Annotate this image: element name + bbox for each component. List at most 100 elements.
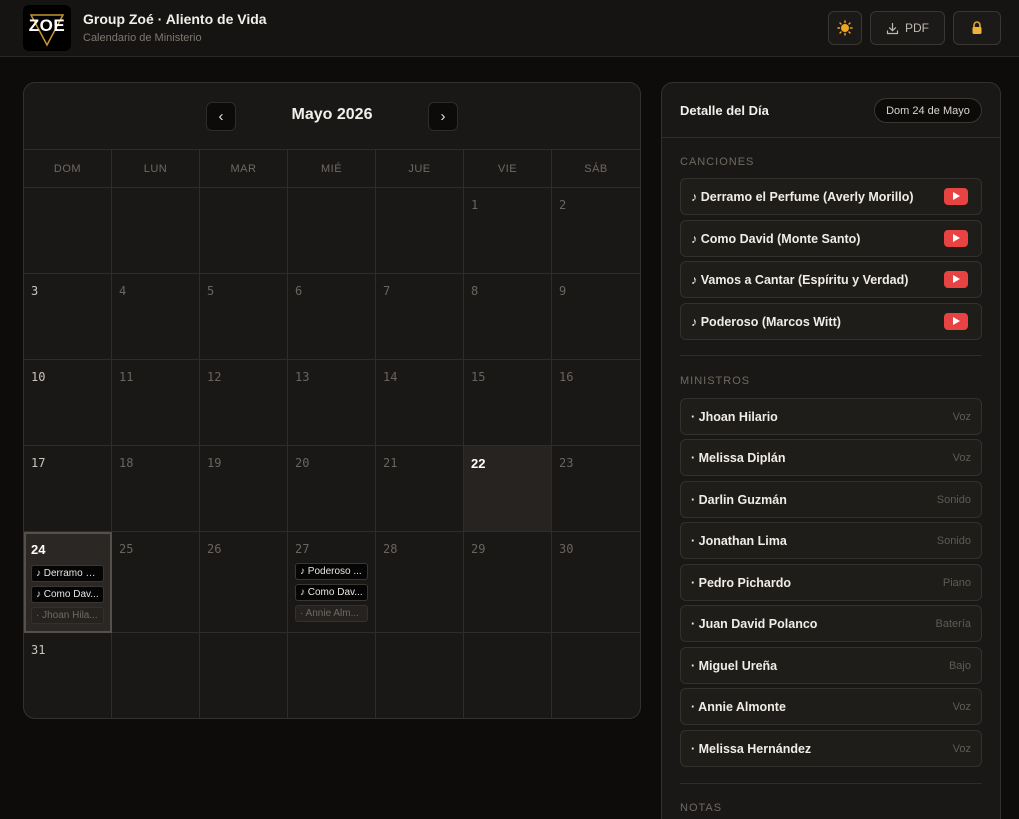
event-chip-minister[interactable]: · Jhoan Hila... xyxy=(31,607,104,624)
calendar-empty-cell xyxy=(464,633,552,718)
day-number: 4 xyxy=(119,284,127,298)
lock-icon xyxy=(972,21,982,34)
minister-item[interactable]: · Juan David Polanco Batería xyxy=(680,605,982,642)
day-number: 24 xyxy=(31,542,46,557)
calendar-day-27[interactable]: 27 ♪ Poderoso ... ♪ Como Dav... · Annie Alm… xyxy=(288,532,376,633)
day-number: 29 xyxy=(471,542,486,556)
calendar-day-20[interactable]: 20 xyxy=(288,446,376,532)
song-item[interactable]: ♪ Poderoso (Marcos Witt) xyxy=(680,303,982,340)
calendar-day-3[interactable]: 3 xyxy=(24,274,112,360)
event-chip-song[interactable]: ♪ Derramo e... xyxy=(31,565,104,582)
day-number: 8 xyxy=(471,284,479,298)
calendar-day-28[interactable]: 28 xyxy=(376,532,464,633)
calendar-empty-cell xyxy=(376,633,464,718)
calendar-day-23[interactable]: 23 xyxy=(552,446,640,532)
calendar-day-8[interactable]: 8 xyxy=(464,274,552,360)
minister-name: · Darlin Guzmán xyxy=(691,493,787,507)
weekday-label: SÁB xyxy=(584,162,608,175)
calendar-day-29[interactable]: 29 xyxy=(464,532,552,633)
day-number: 17 xyxy=(31,456,46,470)
youtube-play-icon[interactable] xyxy=(944,188,968,205)
calendar-day-6[interactable]: 6 xyxy=(288,274,376,360)
minister-name: · Annie Almonte xyxy=(691,700,786,714)
calendar-day-13[interactable]: 13 xyxy=(288,360,376,446)
day-number: 14 xyxy=(383,370,398,384)
app-subtitle: Calendario de Ministerio xyxy=(83,32,202,44)
minister-item[interactable]: · Annie Almonte Voz xyxy=(680,688,982,725)
song-title: ♪ Como David (Monte Santo) xyxy=(691,232,861,246)
panel-header: Detalle del Día Dom 24 de Mayo xyxy=(662,83,1000,138)
calendar-day-22[interactable]: 22 xyxy=(464,446,552,532)
calendar-day-1[interactable]: 1 xyxy=(464,188,552,274)
minister-name: · Jonathan Lima xyxy=(691,534,787,548)
calendar-day-11[interactable]: 11 xyxy=(112,360,200,446)
song-item[interactable]: ♪ Derramo el Perfume (Averly Morillo) xyxy=(680,178,982,215)
calendar-day-7[interactable]: 7 xyxy=(376,274,464,360)
calendar-day-14[interactable]: 14 xyxy=(376,360,464,446)
calendar-day-21[interactable]: 21 xyxy=(376,446,464,532)
day-number: 9 xyxy=(559,284,567,298)
event-chip-minister[interactable]: · Annie Alm... xyxy=(295,605,368,622)
minister-item[interactable]: · Melissa Hernández Voz xyxy=(680,730,982,767)
calendar-day-17[interactable]: 17 xyxy=(24,446,112,532)
top-bar: ZOE Group Zoé · Aliento de Vida Calendar… xyxy=(0,0,1019,57)
day-number: 2 xyxy=(559,198,567,212)
calendar-day-31[interactable]: 31 xyxy=(24,633,112,718)
minister-role: Voz xyxy=(952,701,971,713)
sun-icon xyxy=(837,20,853,36)
calendar-day-5[interactable]: 5 xyxy=(200,274,288,360)
lock-button[interactable] xyxy=(953,11,1001,45)
day-detail-panel: Detalle del Día Dom 24 de Mayo CANCIONES… xyxy=(661,82,1001,819)
calendar-day-24[interactable]: 24 ♪ Derramo e... ♪ Como Dav... · Jhoan Hil… xyxy=(24,532,112,633)
day-number: 27 xyxy=(295,542,310,556)
minister-item[interactable]: · Jhoan Hilario Voz xyxy=(680,398,982,435)
minister-item[interactable]: · Darlin Guzmán Sonido xyxy=(680,481,982,518)
minister-role: Voz xyxy=(952,452,971,464)
calendar-day-18[interactable]: 18 xyxy=(112,446,200,532)
minister-item[interactable]: · Miguel Ureña Bajo xyxy=(680,647,982,684)
calendar-day-16[interactable]: 16 xyxy=(552,360,640,446)
minister-name: · Melissa Hernández xyxy=(691,742,812,756)
calendar-day-9[interactable]: 9 xyxy=(552,274,640,360)
day-number: 15 xyxy=(471,370,486,384)
minister-item[interactable]: · Jonathan Lima Sonido xyxy=(680,522,982,559)
youtube-play-icon[interactable] xyxy=(944,313,968,330)
minister-role: Piano xyxy=(942,577,971,589)
calendar-card: ‹ Mayo 2026 › DOM LUN MAR MIÉ JUE VIE SÁ… xyxy=(23,82,641,719)
calendar-day-25[interactable]: 25 xyxy=(112,532,200,633)
app-title: Group Zoé · Aliento de Vida xyxy=(83,11,267,27)
minister-role: Batería xyxy=(935,618,971,630)
event-chip-song[interactable]: ♪ Poderoso ... xyxy=(295,563,368,580)
next-month-button[interactable]: › xyxy=(428,102,458,131)
song-item[interactable]: ♪ Vamos a Cantar (Espíritu y Verdad) xyxy=(680,261,982,298)
song-item[interactable]: ♪ Como David (Monte Santo) xyxy=(680,220,982,257)
event-chip-song[interactable]: ♪ Como Dav... xyxy=(31,586,104,603)
minister-name: · Pedro Pichardo xyxy=(691,576,792,590)
export-pdf-button[interactable]: PDF xyxy=(870,11,945,45)
day-number: 1 xyxy=(471,198,479,212)
minister-item[interactable]: · Melissa Diplán Voz xyxy=(680,439,982,476)
calendar-day-10[interactable]: 10 xyxy=(24,360,112,446)
calendar-day-30[interactable]: 30 xyxy=(552,532,640,633)
calendar-day-15[interactable]: 15 xyxy=(464,360,552,446)
day-number: 30 xyxy=(559,542,574,556)
weekday-label: VIE xyxy=(464,150,552,187)
calendar-grid: 1 2 3 4 5 6 7 8 9 10 11 12 13 14 15 16 17 18 19 20 21 22 23 24 ♪… xyxy=(24,188,640,718)
calendar-day-2[interactable]: 2 xyxy=(552,188,640,274)
notes-section-label: NOTAS xyxy=(680,802,723,814)
group-logo: ZOE xyxy=(23,5,71,51)
theme-toggle-button[interactable] xyxy=(828,11,862,45)
logo-text: ZOE xyxy=(28,16,66,35)
songs-section-label: CANCIONES xyxy=(680,156,755,168)
calendar-day-12[interactable]: 12 xyxy=(200,360,288,446)
youtube-play-icon[interactable] xyxy=(944,271,968,288)
prev-month-button[interactable]: ‹ xyxy=(206,102,236,131)
calendar-day-26[interactable]: 26 xyxy=(200,532,288,633)
event-chip-song[interactable]: ♪ Como Dav... xyxy=(295,584,368,601)
calendar-day-19[interactable]: 19 xyxy=(200,446,288,532)
calendar-day-4[interactable]: 4 xyxy=(112,274,200,360)
day-number: 11 xyxy=(119,370,134,384)
day-number: 5 xyxy=(207,284,215,298)
youtube-play-icon[interactable] xyxy=(944,230,968,247)
minister-item[interactable]: · Pedro Pichardo Piano xyxy=(680,564,982,601)
